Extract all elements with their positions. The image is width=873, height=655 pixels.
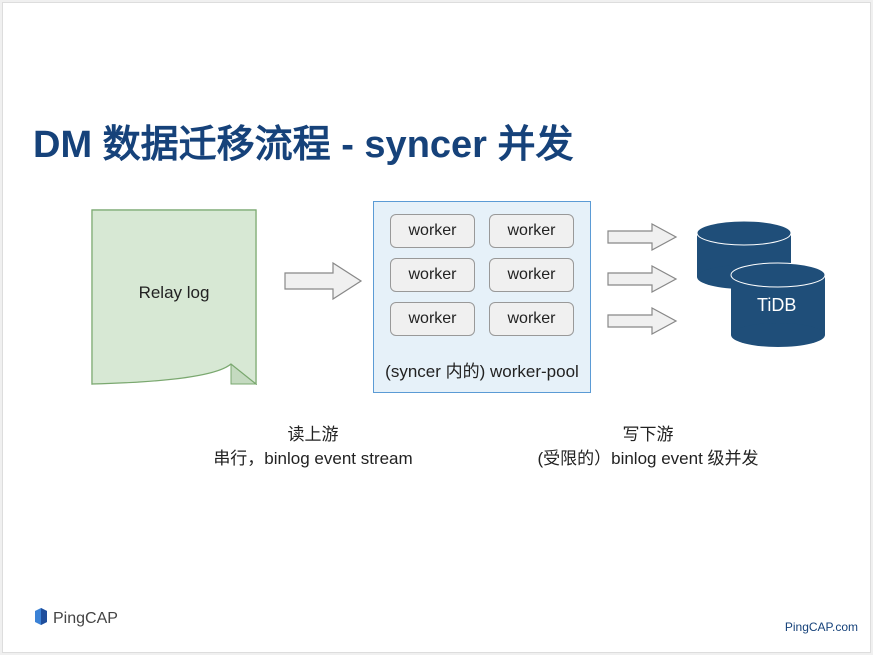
slide: DM 数据迁移流程 - syncer 并发 Relay log worker w… bbox=[2, 2, 871, 653]
caption-write: 写下游 (受限的）binlog event 级并发 bbox=[503, 423, 793, 471]
caption-read-title: 读上游 bbox=[153, 423, 473, 447]
arrow-write-icon bbox=[606, 223, 678, 251]
worker-box: worker bbox=[390, 302, 475, 336]
footer-link: PingCAP.com bbox=[785, 620, 858, 634]
relay-log-note: Relay log bbox=[91, 209, 257, 385]
tidb-database-icon bbox=[696, 215, 826, 355]
relay-log-label: Relay log bbox=[91, 283, 257, 303]
worker-grid: worker worker worker worker worker worke… bbox=[390, 214, 574, 336]
caption-read: 读上游 串行，binlog event stream bbox=[153, 423, 473, 471]
caption-read-desc: 串行，binlog event stream bbox=[153, 447, 473, 471]
diagram-area: Relay log worker worker worker worker wo… bbox=[33, 201, 843, 391]
worker-pool-container: worker worker worker worker worker worke… bbox=[373, 201, 591, 393]
worker-box: worker bbox=[489, 214, 574, 248]
worker-pool-label: (syncer 内的) worker-pool bbox=[374, 357, 590, 382]
brand-logo: PingCAP bbox=[33, 608, 118, 630]
worker-box: worker bbox=[489, 258, 574, 292]
worker-box: worker bbox=[489, 302, 574, 336]
arrow-write-group bbox=[606, 223, 678, 343]
arrow-read-icon bbox=[283, 261, 363, 301]
caption-write-title: 写下游 bbox=[503, 423, 793, 447]
caption-write-desc: (受限的）binlog event 级并发 bbox=[503, 447, 793, 471]
worker-box: worker bbox=[390, 214, 475, 248]
tidb-label: TiDB bbox=[757, 295, 796, 316]
pingcap-logo-icon bbox=[33, 608, 49, 630]
worker-box: worker bbox=[390, 258, 475, 292]
arrow-write-icon bbox=[606, 307, 678, 335]
brand-name: PingCAP bbox=[53, 610, 118, 628]
arrow-write-icon bbox=[606, 265, 678, 293]
slide-title: DM 数据迁移流程 - syncer 并发 bbox=[33, 113, 574, 168]
